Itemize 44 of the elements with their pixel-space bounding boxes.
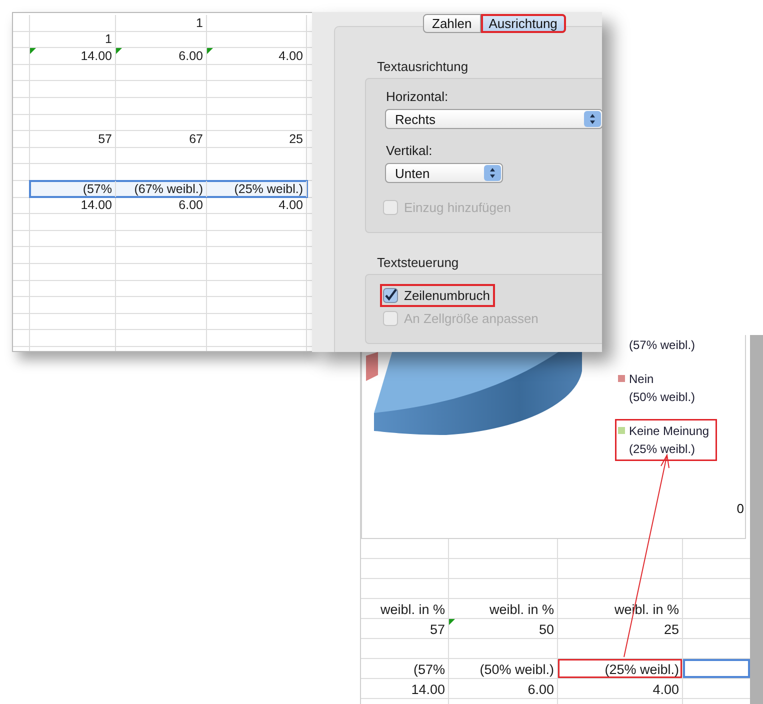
- cell-text: weibl. in %: [489, 602, 554, 617]
- legend-label: (25% weibl.): [629, 441, 696, 458]
- cell-text: (25% weibl.): [604, 662, 679, 677]
- selection-range[interactable]: (57% (67% weibl.) (25% weibl.): [30, 180, 307, 197]
- cell-text: 14.00: [80, 48, 112, 63]
- stepper-arrows-icon: [484, 165, 501, 181]
- tab[interactable]: Zahlen: [423, 14, 481, 33]
- cell-text: 4.00: [278, 48, 303, 63]
- section-title: Textsteuerung: [377, 255, 460, 270]
- cell-text: 14.00: [80, 198, 112, 212]
- cell-text: 6.00: [178, 198, 203, 212]
- cell-text: 6.00: [178, 48, 203, 63]
- cell-text: 25: [664, 622, 679, 637]
- cell-text: (25% weibl.): [234, 182, 303, 196]
- field-label: Vertikal:: [386, 143, 432, 158]
- cell-text: 25: [289, 132, 303, 146]
- cell-text: 67: [189, 132, 203, 146]
- cell-text: 4.00: [652, 682, 679, 697]
- cell-text: (67% weibl.): [134, 182, 203, 196]
- cell-text: 14.00: [411, 682, 445, 697]
- legend-label: (57% weibl.): [629, 337, 696, 354]
- stepper-arrows-icon: [584, 111, 601, 127]
- cell-text: (57%: [82, 182, 112, 196]
- section-title: Textausrichtung: [377, 59, 470, 74]
- cell-text: (50% weibl.): [480, 662, 554, 677]
- cell-text: 1: [105, 32, 112, 46]
- checkbox[interactable]: Zeilenumbruch: [381, 285, 494, 306]
- cell-text: 6.00: [528, 682, 554, 697]
- cell-text: 57: [430, 622, 445, 637]
- legend-label: Nein: [629, 371, 655, 388]
- cell-text: 1: [196, 16, 203, 30]
- selected-cell[interactable]: [683, 659, 750, 678]
- axis-label: 0: [736, 501, 744, 516]
- legend-label: Keine Meinung: [629, 423, 710, 440]
- legend-label: (50% weibl.): [629, 389, 696, 406]
- field-label: Horizontal:: [386, 89, 448, 104]
- cell-text: 50: [538, 622, 554, 637]
- tab[interactable]: Ausrichtung: [480, 14, 566, 33]
- popup-menu[interactable]: Rechts: [385, 109, 602, 129]
- cell-text: (57%: [413, 662, 445, 677]
- cell-text: weibl. in %: [380, 602, 445, 617]
- cell-text: 57: [98, 132, 112, 146]
- cell-text: 4.00: [278, 198, 303, 212]
- popup-menu[interactable]: Unten: [385, 163, 503, 183]
